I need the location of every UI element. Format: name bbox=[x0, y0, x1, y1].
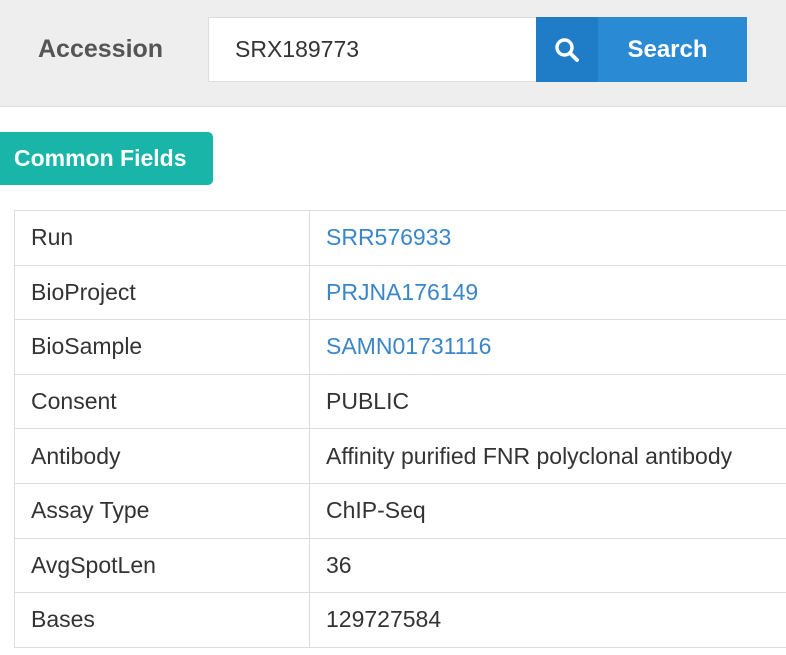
field-value: PUBLIC bbox=[309, 374, 786, 430]
table-row: BioSample SAMN01731116 bbox=[14, 319, 786, 375]
field-value: ChIP-Seq bbox=[309, 483, 786, 539]
table-row: Assay Type ChIP-Seq bbox=[14, 483, 786, 539]
common-fields-button[interactable]: Common Fields bbox=[0, 132, 213, 185]
table-row: BioProject PRJNA176149 bbox=[14, 265, 786, 321]
field-value: 129727584 bbox=[309, 592, 786, 648]
field-key: BioSample bbox=[14, 319, 310, 375]
run-link[interactable]: SRR576933 bbox=[326, 224, 451, 250]
table-row: Run SRR576933 bbox=[14, 210, 786, 266]
field-value: Affinity purified FNR polyclonal antibod… bbox=[309, 428, 786, 484]
bioproject-link[interactable]: PRJNA176149 bbox=[326, 279, 478, 305]
field-key: Consent bbox=[14, 374, 310, 430]
search-bar: Accession Search bbox=[0, 0, 786, 107]
search-button-label: Search bbox=[627, 35, 708, 63]
field-key: Run bbox=[14, 210, 310, 266]
field-key: Antibody bbox=[14, 428, 310, 484]
field-key: Bases bbox=[14, 592, 310, 648]
field-key: Assay Type bbox=[14, 483, 310, 539]
table-row: AvgSpotLen 36 bbox=[14, 538, 786, 594]
accession-input[interactable] bbox=[208, 17, 536, 82]
table-row: Antibody Affinity purified FNR polyclona… bbox=[14, 428, 786, 484]
table-row: Bases 129727584 bbox=[14, 592, 786, 648]
field-value: 36 bbox=[309, 538, 786, 594]
biosample-link[interactable]: SAMN01731116 bbox=[326, 333, 491, 359]
field-key: AvgSpotLen bbox=[14, 538, 310, 594]
field-key: BioProject bbox=[14, 265, 310, 321]
search-button[interactable]: Search bbox=[536, 17, 747, 82]
search-icon bbox=[536, 17, 598, 82]
common-fields-table: Run SRR576933 BioProject PRJNA176149 Bio… bbox=[14, 210, 786, 648]
accession-label: Accession bbox=[38, 35, 164, 63]
table-row: Consent PUBLIC bbox=[14, 374, 786, 430]
